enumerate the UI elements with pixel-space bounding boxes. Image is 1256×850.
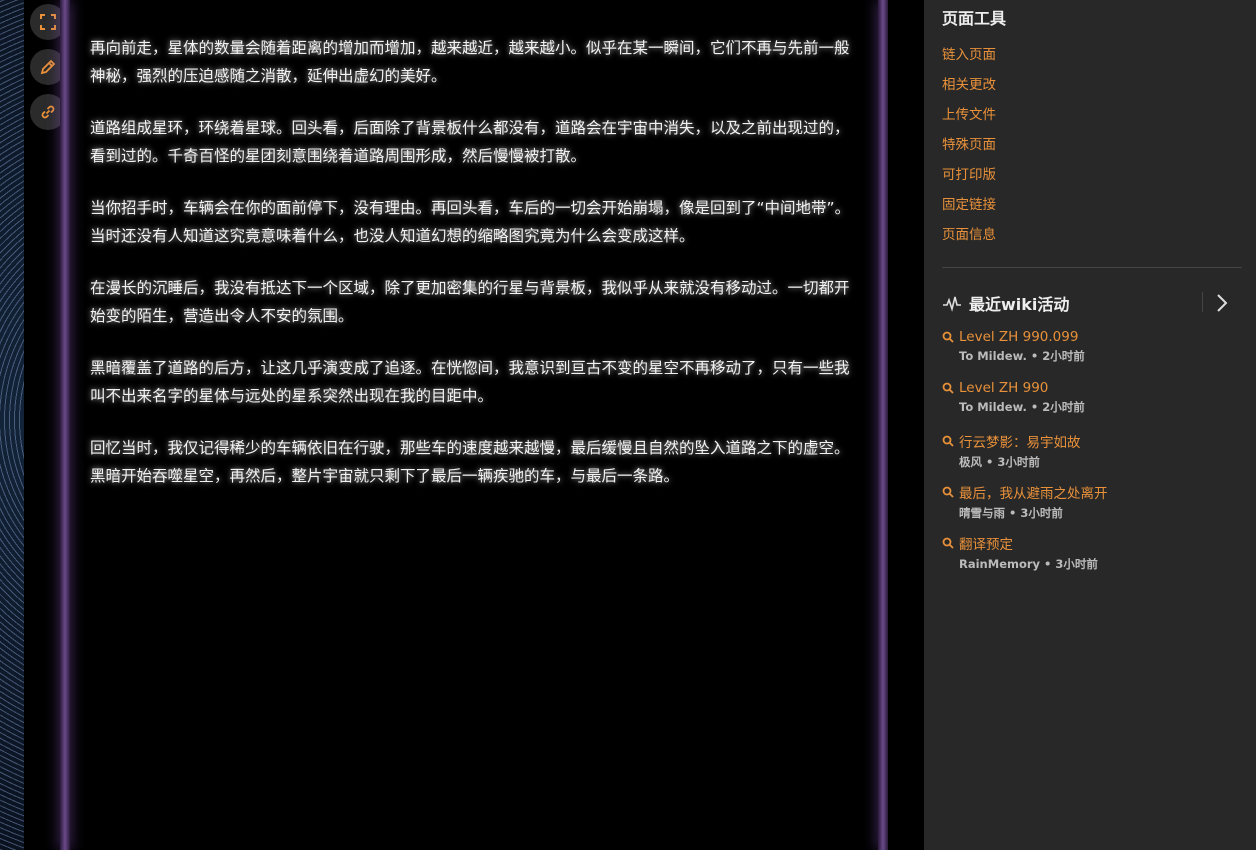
- fullscreen-icon: [40, 14, 56, 30]
- sidebar-divider: [942, 267, 1242, 268]
- activity-meta: RainMemory • 3小时前: [959, 557, 1098, 571]
- article-content: 再向前走，星体的数量会随着距离的增加而增加，越来越近，越来越小。似乎在某一瞬间，…: [90, 34, 860, 514]
- right-sidebar: 页面工具 链入页面 相关更改 上传文件 特殊页面 可打印版 固定链接 页面信息 …: [924, 0, 1256, 850]
- activity-meta: To Mildew. • 2小时前: [959, 349, 1085, 363]
- recent-activity-header: 最近wiki活动: [942, 290, 1242, 316]
- tool-link-related-changes[interactable]: 相关更改: [942, 73, 996, 93]
- search-icon: [942, 486, 954, 498]
- activity-item: Level ZH 990.099 To Mildew. • 2小时前: [942, 329, 1242, 364]
- activity-meta: 晴雪与雨 • 3小时前: [959, 506, 1063, 520]
- tool-link-permalink[interactable]: 固定链接: [942, 193, 996, 213]
- search-icon: [942, 537, 954, 549]
- article-paragraph: 黑暗覆盖了道路的后方，让这几乎演变成了追逐。在恍惚间，我意识到亘古不变的星空不再…: [90, 359, 850, 405]
- edit-icon: [40, 59, 56, 75]
- left-toolbar: [24, 0, 66, 850]
- activity-item: 翻译预定 RainMemory • 3小时前: [942, 533, 1242, 572]
- article-frame: 再向前走，星体的数量会随着距离的增加而增加，越来越近，越来越小。似乎在某一瞬间，…: [60, 0, 888, 850]
- activity-pulse-icon: [943, 296, 961, 312]
- activity-title-link[interactable]: Level ZH 990: [959, 380, 1048, 396]
- link-icon: [41, 105, 55, 119]
- article-paragraph: 道路组成星环，环绕着星球。回头看，后面除了背景板什么都没有，道路会在宇宙中消失，…: [90, 119, 850, 165]
- chevron-right-icon[interactable]: [1214, 292, 1230, 314]
- search-icon: [942, 435, 954, 447]
- article-paragraph: 在漫长的沉睡后，我没有抵达下一个区域，除了更加密集的行星与背景板，我似乎从来就没…: [90, 279, 850, 325]
- recent-activity-title: 最近wiki活动: [969, 295, 1070, 314]
- activity-title-link[interactable]: 行云梦影：易宇如故: [959, 431, 1081, 451]
- activity-item: Level ZH 990 To Mildew. • 2小时前: [942, 380, 1242, 415]
- article-paragraph: 回忆当时，我仅记得稀少的车辆依旧在行驶，那些车的速度越来越慢，最后缓慢且自然的坠…: [90, 439, 850, 485]
- tool-link-page-info[interactable]: 页面信息: [942, 223, 996, 243]
- frame-gap: [888, 0, 924, 850]
- activity-item: 行云梦影：易宇如故 极风 • 3小时前: [942, 431, 1242, 470]
- tool-link-printable[interactable]: 可打印版: [942, 163, 996, 183]
- search-icon: [942, 331, 954, 343]
- page-tools-title: 页面工具: [942, 9, 1007, 28]
- activity-title-link[interactable]: Level ZH 990.099: [959, 329, 1078, 345]
- activity-item: 最后，我从避雨之处离开 晴雪与雨 • 3小时前: [942, 482, 1242, 521]
- activity-meta: To Mildew. • 2小时前: [959, 400, 1085, 414]
- article-paragraph: 当你招手时，车辆会在你的面前停下，没有理由。再回头看，车后的一切会开始崩塌，像是…: [90, 199, 851, 245]
- activity-title-link[interactable]: 翻译预定: [959, 533, 1013, 553]
- header-separator: [1202, 292, 1203, 312]
- background-star-trails: [0, 0, 24, 850]
- tool-link-whatlinkshere[interactable]: 链入页面: [942, 43, 996, 63]
- activity-meta: 极风 • 3小时前: [959, 455, 1040, 469]
- tool-link-upload[interactable]: 上传文件: [942, 103, 996, 123]
- tool-link-special-pages[interactable]: 特殊页面: [942, 133, 996, 153]
- activity-title-link[interactable]: 最后，我从避雨之处离开: [959, 482, 1108, 502]
- article-paragraph: 再向前走，星体的数量会随着距离的增加而增加，越来越近，越来越小。似乎在某一瞬间，…: [90, 39, 850, 85]
- search-icon: [942, 382, 954, 394]
